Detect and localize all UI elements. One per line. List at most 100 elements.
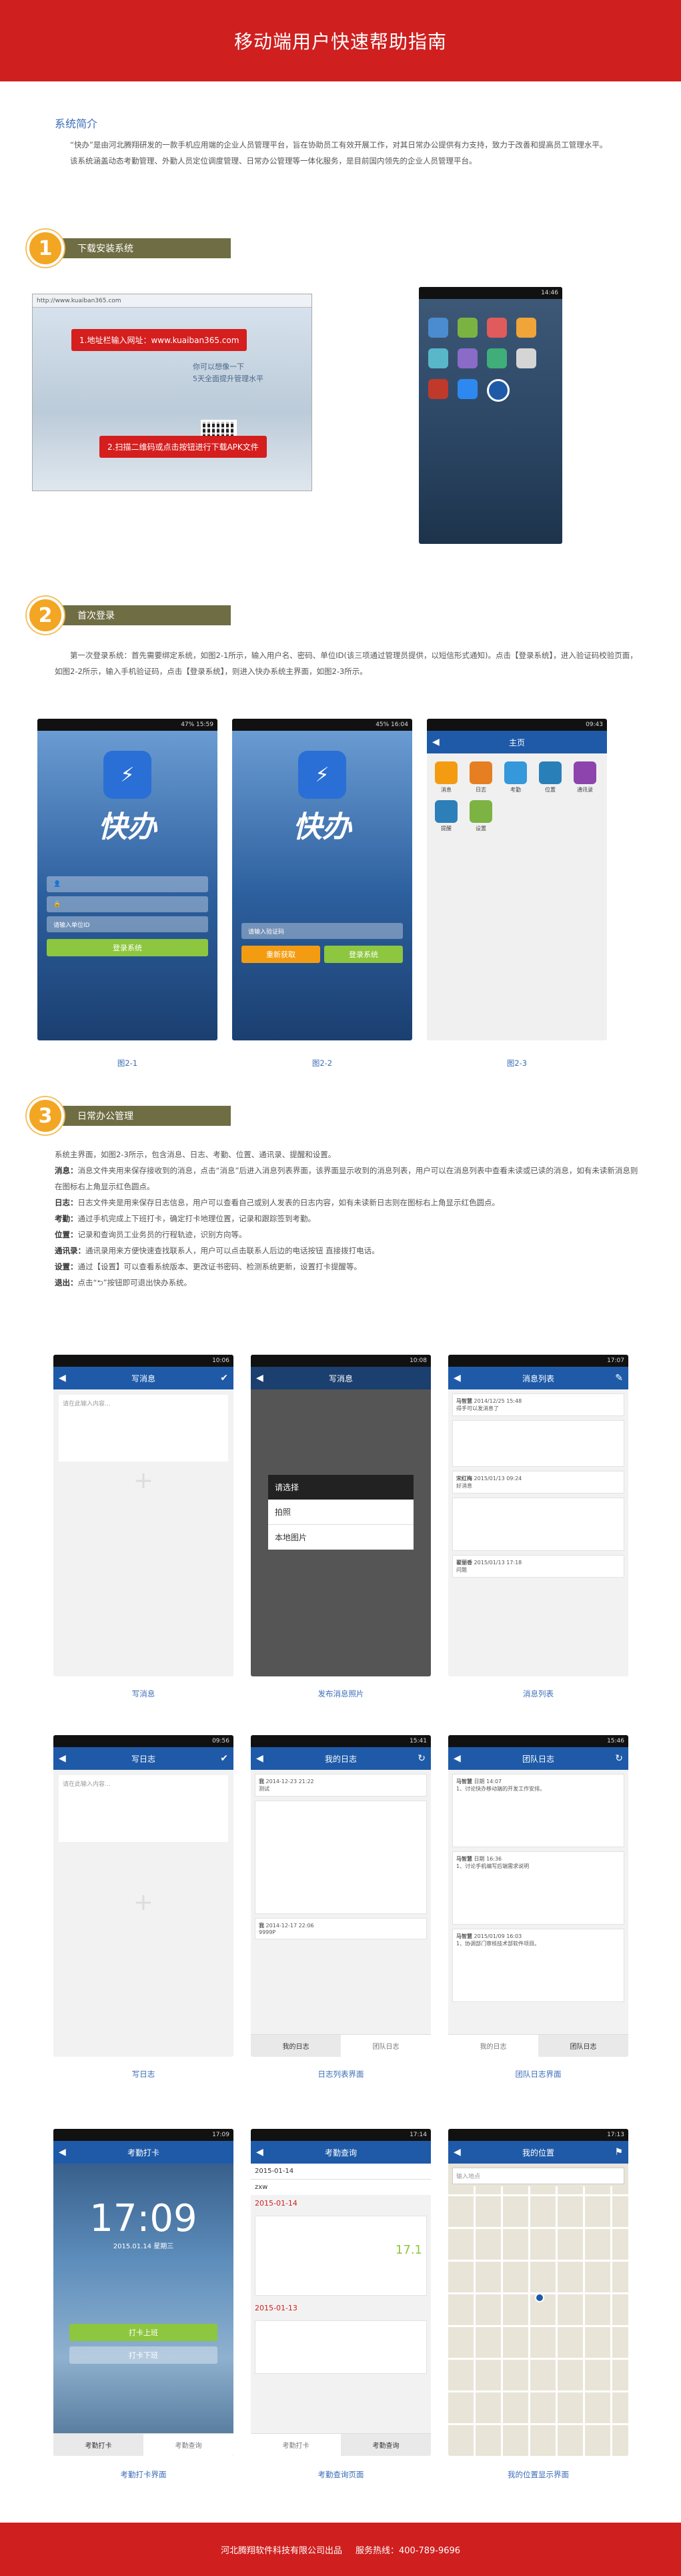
add-photo-icon[interactable]: + bbox=[53, 1889, 233, 1916]
login-screen-1: 47% 15:59 ⚡ 快办 👤 🔒 请输入单位ID 登录系统 bbox=[37, 719, 217, 1040]
tab-team-log[interactable]: 团队日志 bbox=[341, 2035, 431, 2057]
app-icon[interactable] bbox=[487, 318, 507, 338]
local-image-option[interactable]: 本地图片 bbox=[268, 1525, 414, 1550]
screen-title: 写消息 bbox=[328, 1373, 353, 1383]
back-icon[interactable]: ◀ bbox=[454, 1753, 461, 1764]
title-bar: ◀ 团队日志 ↻ bbox=[448, 1747, 628, 1770]
confirm-icon[interactable]: ✔ bbox=[220, 1373, 228, 1383]
figure-caption: 图2-3 bbox=[506, 1058, 528, 1068]
status-bar: 15:41 bbox=[251, 1735, 431, 1747]
compose-icon[interactable]: ✎ bbox=[615, 1373, 623, 1383]
tab-clock-in[interactable]: 考勤打卡 bbox=[53, 2434, 143, 2456]
status-bar: 17:13 bbox=[448, 2129, 628, 2141]
work-hours: 17.1 bbox=[395, 2243, 422, 2257]
tab-team-log[interactable]: 团队日志 bbox=[538, 2035, 628, 2057]
screen-title: 我的日志 bbox=[324, 1754, 357, 1764]
message-input[interactable]: 请在此输入内容... bbox=[59, 1395, 228, 1462]
section-title: 下载安装系统 bbox=[57, 238, 231, 258]
app-icon[interactable] bbox=[487, 348, 507, 368]
tab-query[interactable]: 考勤查询 bbox=[341, 2434, 431, 2456]
refresh-icon[interactable]: ↻ bbox=[418, 1753, 426, 1764]
menu-contacts[interactable]: 通讯录 bbox=[572, 761, 598, 793]
clock-time: 17:09 bbox=[89, 2197, 197, 2240]
desc-line: 通讯录：通讯录用来方便快速查找联系人，用户可以点击联系人后边的电话按钮 直接拨打… bbox=[55, 1246, 380, 1255]
app-icon[interactable] bbox=[428, 379, 448, 399]
tab-query[interactable]: 考勤查询 bbox=[143, 2434, 233, 2456]
map-view[interactable] bbox=[448, 2186, 628, 2456]
app-icon[interactable] bbox=[428, 318, 448, 338]
log-input[interactable]: 请在此输入内容... bbox=[59, 1775, 228, 1842]
screen-caption: 日志列表界面 bbox=[317, 2069, 364, 2079]
login-button[interactable]: 登录系统 bbox=[47, 939, 208, 956]
back-icon[interactable]: ◀ bbox=[59, 1753, 66, 1764]
message-item[interactable]: 宋红梅 2015/01/13 09:24 好消息 bbox=[452, 1471, 624, 1494]
clock-in-button[interactable]: 打卡上班 bbox=[69, 2324, 217, 2341]
back-icon[interactable]: ◀ bbox=[454, 1373, 461, 1383]
confirm-icon[interactable]: ✔ bbox=[220, 1753, 228, 1764]
team-log-screen: 15:46 ◀ 团队日志 ↻ 马智慧 日期 14:07 1、讨论快办移动端的开发工… bbox=[448, 1735, 628, 2057]
back-icon[interactable]: ◀ bbox=[256, 1753, 263, 1764]
message-item[interactable]: 马智慧 2014/12/25 15:48 得手可以发消息了 bbox=[452, 1393, 624, 1416]
screen-caption: 写消息 bbox=[131, 1689, 155, 1698]
log-comments-block bbox=[255, 1801, 427, 1914]
back-icon[interactable]: ◀ bbox=[256, 1373, 263, 1383]
team-log-item[interactable]: 马智慧 2015/01/09 16:03 1、协调部门审核技术部软件项目。 bbox=[452, 1929, 624, 2002]
location-search-input[interactable]: 输入地点 bbox=[452, 2168, 624, 2184]
clock-in-screen: 17:09 ◀ 考勤打卡 17:09 2015.01.14 星期三 打卡上班 打… bbox=[53, 2129, 233, 2456]
app-icon[interactable] bbox=[458, 379, 478, 399]
clock-out-button[interactable]: 打卡下班 bbox=[69, 2346, 217, 2364]
menu-location[interactable]: 位置 bbox=[538, 761, 563, 793]
menu-logs[interactable]: 日志 bbox=[468, 761, 494, 793]
username-field[interactable]: 👤 bbox=[47, 876, 208, 892]
query-user: zxw bbox=[251, 2180, 431, 2195]
password-field[interactable]: 🔒 bbox=[47, 896, 208, 912]
section-2-header: 2 首次登录 bbox=[27, 597, 231, 634]
app-icon[interactable] bbox=[458, 318, 478, 338]
query-date-picker[interactable]: 2015-01-14 bbox=[251, 2164, 431, 2180]
verify-code-field[interactable]: 请输入验证码 bbox=[241, 923, 403, 939]
menu-attendance[interactable]: 考勤 bbox=[503, 761, 528, 793]
back-icon[interactable]: ◀ bbox=[59, 2147, 66, 2158]
screen-title: 团队日志 bbox=[522, 1754, 554, 1764]
take-photo-option[interactable]: 拍照 bbox=[268, 1500, 414, 1525]
desc-line: 考勤：通过手机完成上下班打卡，确定打卡地理位置，记录和跟踪签到考勤。 bbox=[55, 1214, 315, 1223]
back-icon[interactable]: ◀ bbox=[59, 1373, 66, 1383]
team-log-item[interactable]: 马智慧 日期 14:07 1、讨论快办移动端的开发工作安排。 bbox=[452, 1774, 624, 1847]
attendance-tabs: 考勤打卡 考勤查询 bbox=[251, 2433, 431, 2456]
add-photo-icon[interactable]: + bbox=[53, 1467, 233, 1494]
tab-my-log[interactable]: 我的日志 bbox=[251, 2035, 341, 2057]
menu-settings[interactable]: 设置 bbox=[468, 800, 494, 832]
log-item[interactable]: 我 2014-12-17 22:06 9999P bbox=[255, 1918, 427, 1939]
step-1-callout: 1.地址栏输入网址：www.kuaiban365.com bbox=[71, 329, 247, 351]
back-icon[interactable]: ◀ bbox=[432, 737, 440, 747]
app-icon[interactable] bbox=[458, 348, 478, 368]
back-icon[interactable]: ◀ bbox=[454, 2147, 461, 2158]
screen-title: 写日志 bbox=[131, 1754, 155, 1764]
kuaiban-app-icon[interactable] bbox=[487, 379, 510, 402]
log-item[interactable]: 我 2014-12-23 21:22 测试 bbox=[255, 1774, 427, 1797]
section-title: 日常办公管理 bbox=[57, 1106, 231, 1126]
log-tabs: 我的日志 团队日志 bbox=[251, 2034, 431, 2057]
tab-clock-in[interactable]: 考勤打卡 bbox=[251, 2434, 341, 2456]
title-bar: ◀ 我的位置 ⚑ bbox=[448, 2141, 628, 2164]
message-item[interactable]: 翟丽香 2015/01/13 17:18 问题 bbox=[452, 1555, 624, 1578]
screen-caption: 团队日志界面 bbox=[515, 2069, 562, 2079]
back-icon[interactable]: ◀ bbox=[256, 2147, 263, 2158]
flag-icon[interactable]: ⚑ bbox=[614, 2147, 623, 2158]
app-icon[interactable] bbox=[516, 348, 536, 368]
resend-code-button[interactable]: 重新获取 bbox=[241, 946, 320, 963]
team-log-item[interactable]: 马智慧 日期 16:36 1、讨论手机编写后端需求说明 bbox=[452, 1851, 624, 1925]
menu-messages[interactable]: 消息 bbox=[434, 761, 459, 793]
screen-title: 消息列表 bbox=[522, 1373, 554, 1383]
refresh-icon[interactable]: ↻ bbox=[615, 1753, 623, 1764]
main-menu-grid: 消息 日志 考勤 位置 通讯录 提醒 设置 bbox=[427, 753, 607, 840]
tab-my-log[interactable]: 我的日志 bbox=[448, 2035, 538, 2057]
title-bar: ◀ 考勤查询 bbox=[251, 2141, 431, 2164]
unit-id-field[interactable]: 请输入单位ID bbox=[47, 916, 208, 932]
app-icon[interactable] bbox=[428, 348, 448, 368]
attendance-tabs: 考勤打卡 考勤查询 bbox=[53, 2433, 233, 2456]
main-screen: 09:43 ◀ 主页 消息 日志 考勤 位置 通讯录 提醒 设置 bbox=[427, 719, 607, 1040]
menu-reminder[interactable]: 提醒 bbox=[434, 800, 459, 832]
app-icon[interactable] bbox=[516, 318, 536, 338]
login-button[interactable]: 登录系统 bbox=[324, 946, 403, 963]
